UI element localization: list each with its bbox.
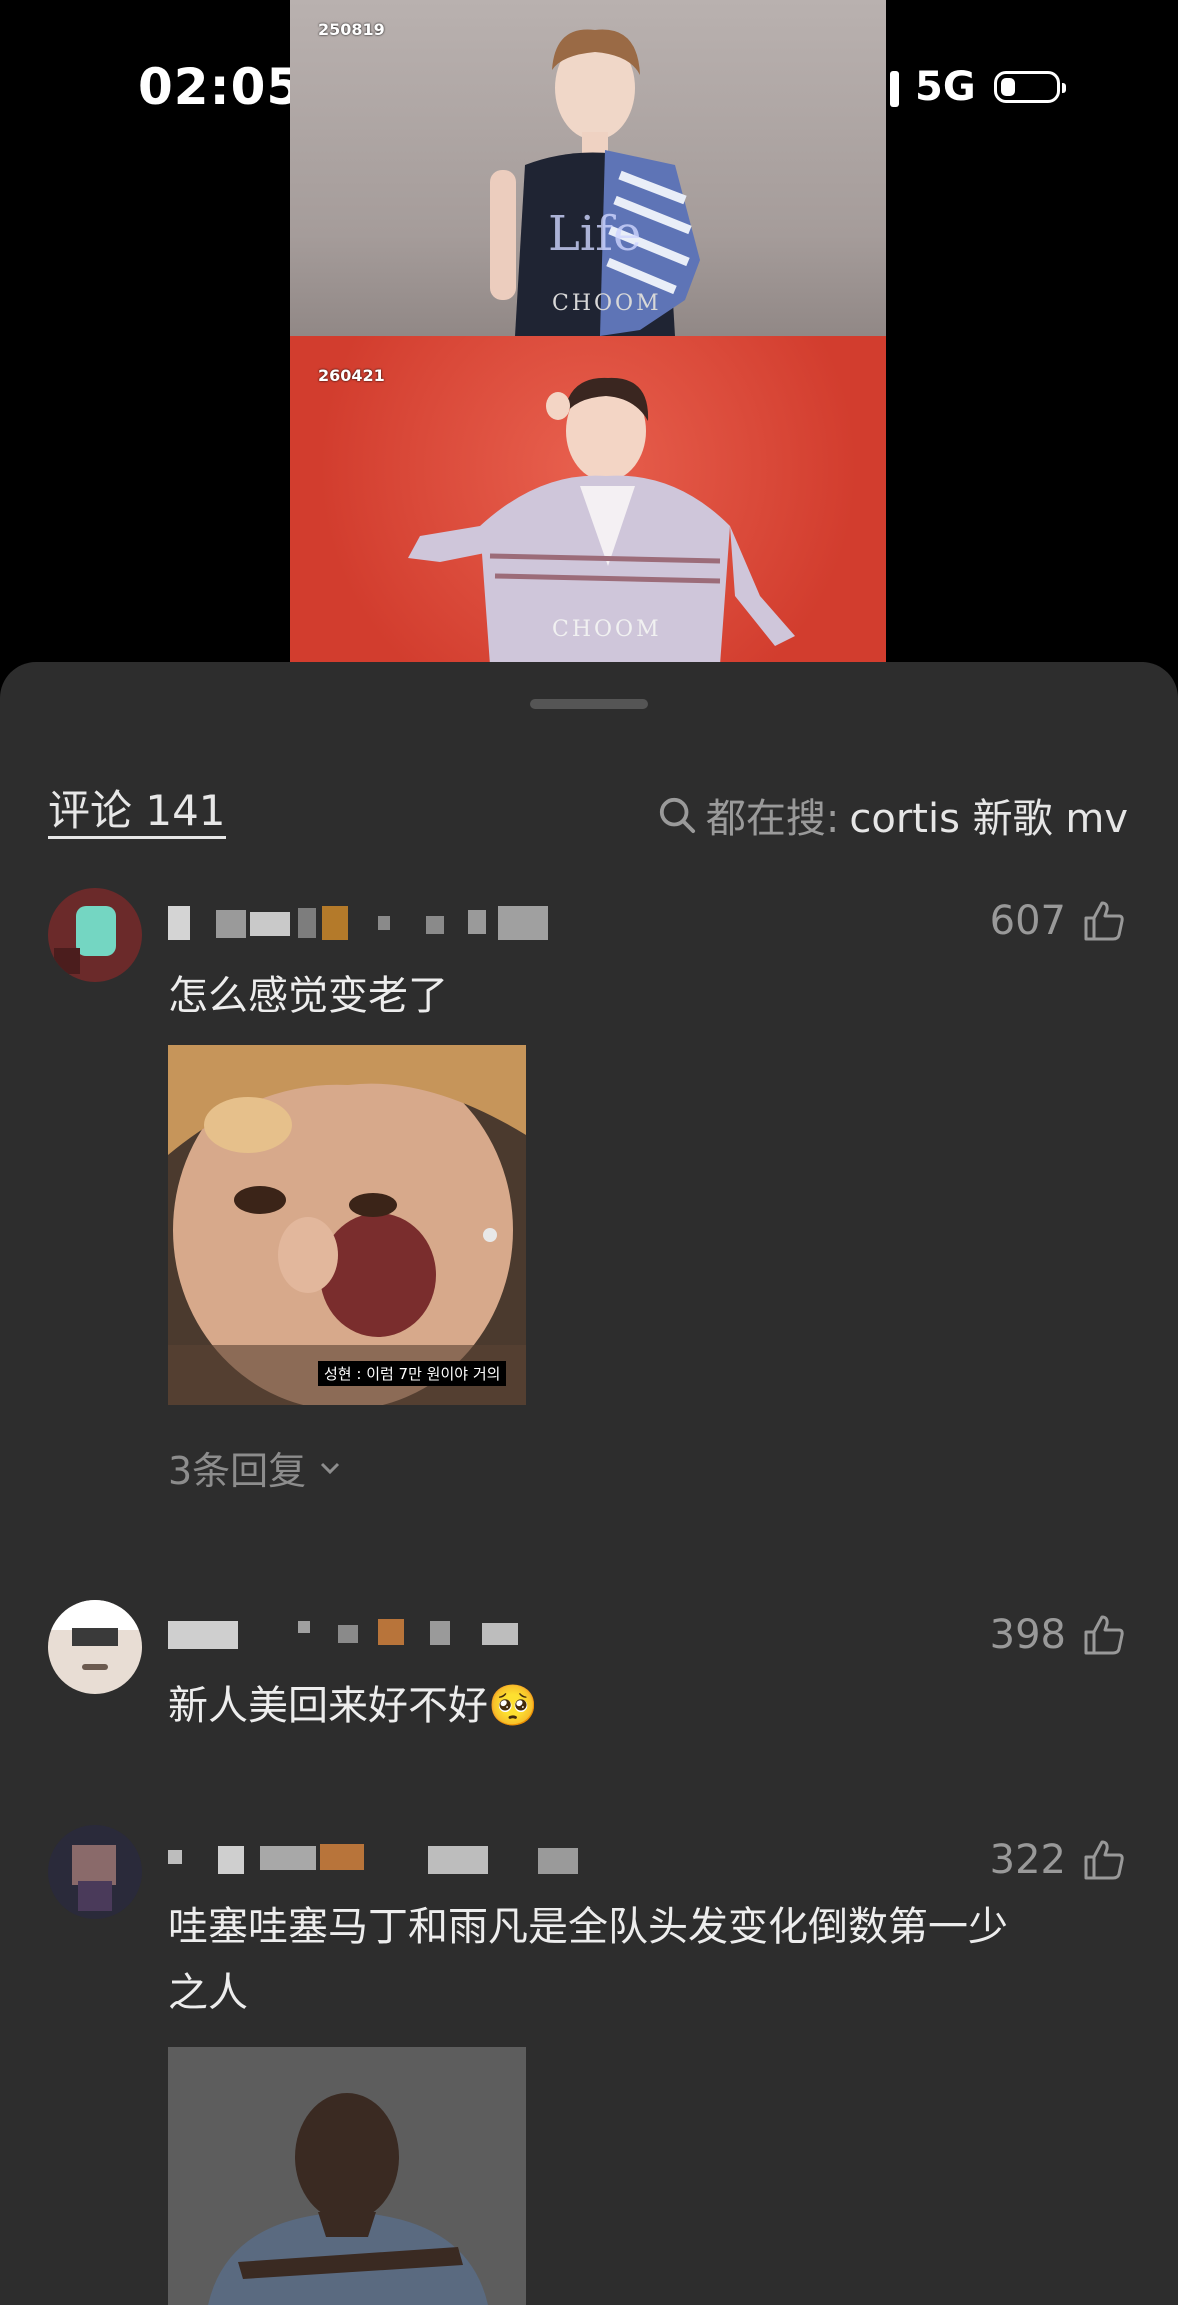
search-icon bbox=[659, 797, 695, 834]
replies-label: 3条回复 bbox=[168, 1449, 307, 1493]
comment-text: 新人美回来好不好🥺 bbox=[168, 1683, 538, 1729]
drag-handle[interactable] bbox=[530, 699, 648, 709]
svg-text:CHOOM: CHOOM bbox=[552, 617, 662, 642]
video-frame-bottom: 260421 CHOOM bbox=[290, 336, 886, 665]
like-count: 322 bbox=[989, 1837, 1066, 1883]
video-frame-top: 250819 Life CHOOM bbox=[290, 0, 886, 336]
comment-image[interactable] bbox=[168, 2047, 526, 2305]
comment-text-continued: 之人 bbox=[168, 1970, 248, 2016]
svg-text:CHOOM: CHOOM bbox=[552, 291, 662, 316]
battery-icon bbox=[993, 71, 1066, 103]
thumb-up-icon bbox=[1084, 1840, 1124, 1880]
image-caption: 성현 : 이럼 7만 원이야 거의 bbox=[318, 1361, 507, 1386]
avatar[interactable] bbox=[48, 888, 142, 982]
comment-text: 哇塞哇塞马丁和雨凡是全队头发变化倒数第一少 bbox=[168, 1904, 1008, 1950]
comment-image[interactable]: 성현 : 이럼 7만 원이야 거의 bbox=[168, 1045, 526, 1405]
search-query: cortis 新歌 mv bbox=[849, 796, 1128, 842]
dancer-figure: Life CHOOM bbox=[490, 29, 700, 336]
like-count: 607 bbox=[989, 898, 1066, 944]
reaction-photo bbox=[168, 2047, 526, 2305]
search-prefix: 都在搜: bbox=[705, 796, 840, 842]
status-time: 02:05 bbox=[138, 58, 303, 116]
network-label: 5G bbox=[915, 64, 976, 110]
dancer-figure: CHOOM bbox=[408, 377, 795, 665]
avatar[interactable] bbox=[48, 1600, 142, 1694]
username[interactable] bbox=[168, 906, 668, 942]
username[interactable] bbox=[168, 1842, 668, 1878]
comment-text: 怎么感觉变老了 bbox=[168, 973, 448, 1019]
svg-text:Life: Life bbox=[548, 206, 641, 262]
avatar[interactable] bbox=[48, 1825, 142, 1919]
like-button[interactable]: 322 bbox=[990, 1837, 1126, 1883]
like-count: 398 bbox=[989, 1612, 1066, 1658]
thumb-up-icon bbox=[1084, 901, 1124, 941]
like-button[interactable]: 398 bbox=[990, 1612, 1126, 1658]
username[interactable] bbox=[168, 1617, 628, 1653]
reaction-photo bbox=[168, 1045, 526, 1405]
comments-sheet: 评论 141 都在搜: cortis 新歌 mv 607 怎么感觉变老了 성현 … bbox=[0, 662, 1178, 2305]
chevron-down-icon bbox=[321, 1462, 340, 1474]
video-player[interactable]: 250819 Life CHOOM 260421 CHOOM bbox=[290, 0, 886, 665]
like-button[interactable]: 607 bbox=[990, 898, 1126, 944]
trending-search[interactable]: 都在搜: cortis 新歌 mv bbox=[658, 786, 1128, 844]
comments-count[interactable]: 评论 141 bbox=[48, 790, 226, 839]
thumb-up-icon bbox=[1084, 1615, 1124, 1655]
replies-toggle[interactable]: 3条回复 bbox=[168, 1440, 346, 1495]
